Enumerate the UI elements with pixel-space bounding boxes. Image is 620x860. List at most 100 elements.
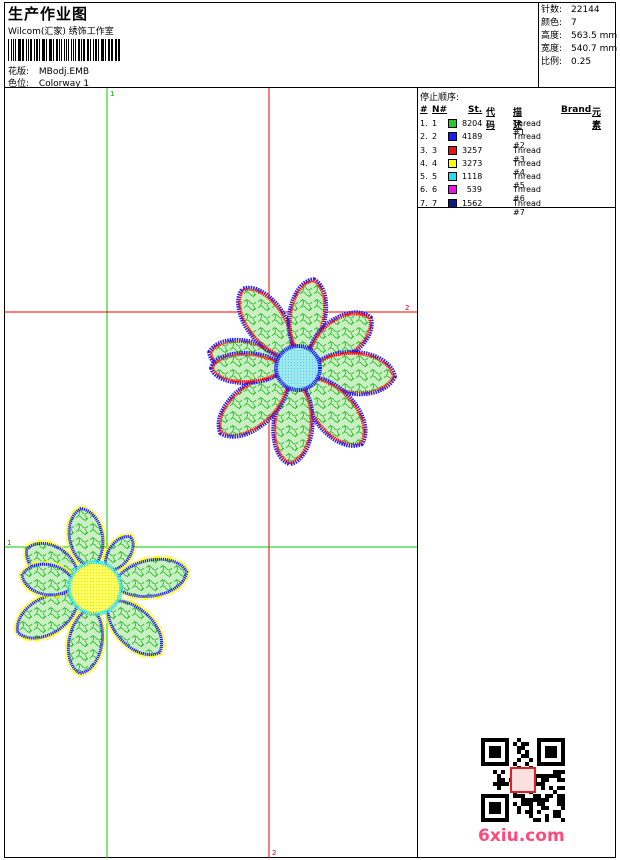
stat-scale: 比例: 0.25 xyxy=(541,57,592,67)
qr-module xyxy=(525,802,529,806)
qr-module xyxy=(541,806,545,810)
qr-module xyxy=(545,806,549,810)
col-num: N# xyxy=(432,105,448,115)
qr-module xyxy=(561,794,565,798)
qr-module xyxy=(557,802,561,806)
header: 生产作业图 Wilcom(汇家) 绣饰工作室 花版: MBodj.EMB 色位:… xyxy=(5,3,539,89)
qr-module xyxy=(553,770,557,774)
thread-code: 539 xyxy=(466,185,482,195)
col-st: St. xyxy=(468,105,483,115)
qr-module xyxy=(525,810,529,814)
thread-num: 5 xyxy=(432,172,438,182)
qr-module xyxy=(545,798,549,802)
qr-module xyxy=(529,814,533,818)
qr-module xyxy=(557,774,561,778)
qr-module xyxy=(553,774,557,778)
thread-color-swatch xyxy=(448,172,457,182)
qr-module xyxy=(521,754,525,758)
qr-module xyxy=(545,818,549,822)
guide-label-h1: 1 xyxy=(7,539,11,547)
qr-module xyxy=(525,754,529,758)
flower-center xyxy=(67,560,123,616)
thread-row: 7. 7 1562 Thread #7 xyxy=(420,198,541,217)
thread-color-swatch xyxy=(448,185,457,195)
qr-module xyxy=(537,794,541,798)
qr-module xyxy=(561,802,565,806)
embroidery-preview: 1 2 2 1 xyxy=(5,88,417,858)
thread-stop: 4. xyxy=(420,158,428,168)
col-code: 代码 xyxy=(486,108,496,131)
thread-color-swatch xyxy=(448,158,457,168)
col-element: 元素 xyxy=(592,108,602,131)
flower-center xyxy=(274,344,322,392)
qr-module xyxy=(553,814,557,818)
panel-divider xyxy=(417,88,418,858)
qr-module xyxy=(541,786,545,790)
qr-module xyxy=(529,810,533,814)
qr-module xyxy=(525,762,529,766)
qr-module xyxy=(521,794,525,798)
studio-name: Wilcom(汇家) 绣饰工作室 xyxy=(8,27,114,37)
qr-module xyxy=(497,774,501,778)
thread-num: 2 xyxy=(432,132,438,142)
qr-module xyxy=(517,746,521,750)
page-title: 生产作业图 xyxy=(8,5,89,23)
thread-row: 5. 5 1118 Thread #5 xyxy=(420,171,541,190)
qr-module xyxy=(537,818,541,822)
thread-color-swatch xyxy=(448,132,457,142)
qr-module xyxy=(497,782,501,786)
thread-table: 停止顺序: # N# St. 代码 描述 Brand 元素 1. 1 8204 Thr… xyxy=(420,90,601,217)
thread-row: 4. 4 3273 Thread #4 xyxy=(420,158,541,177)
qr-module xyxy=(497,786,501,790)
qr-module xyxy=(533,798,537,802)
qr-module xyxy=(513,802,517,806)
thread-table-header: # N# St. 代码 描述 Brand 元素 xyxy=(420,105,601,131)
qr-module xyxy=(545,774,549,778)
thread-rows: 1. 1 8204 Thread #1 2. 2 4189 Thread #2 3. 3 3257 T… xyxy=(420,118,541,217)
qr-module xyxy=(561,778,565,782)
thread-stop: 2. xyxy=(420,132,428,142)
thread-color-swatch xyxy=(448,145,457,155)
qr-code-icon xyxy=(481,738,565,822)
thread-stop: 3. xyxy=(420,145,428,155)
qr-module xyxy=(529,798,533,802)
qr-module xyxy=(553,810,557,814)
qr-seal-logo xyxy=(510,767,536,793)
qr-module xyxy=(557,814,561,818)
qr-module xyxy=(549,786,553,790)
thread-row: 3. 3 3257 Thread #3 xyxy=(420,145,541,164)
qr-module xyxy=(553,790,557,794)
thread-num: 1 xyxy=(432,119,438,128)
qr-module xyxy=(557,794,561,798)
qr-module xyxy=(521,798,525,802)
petal-fill xyxy=(106,599,163,656)
qr-module xyxy=(541,782,545,786)
thread-num: 3 xyxy=(432,145,438,155)
design-stats: 针数: 22144 颜色: 7 高度: 563.5 mm 宽度: 540.7 mm 比例… xyxy=(541,4,617,69)
qr-module xyxy=(497,778,501,782)
guide-label-h2: 2 xyxy=(405,304,409,312)
qr-module xyxy=(517,750,521,754)
qr-module xyxy=(537,798,541,802)
qr-module xyxy=(501,778,505,782)
qr-module xyxy=(557,778,561,782)
qr-module xyxy=(561,770,565,774)
qr-module xyxy=(561,818,565,822)
thread-code: 1118 xyxy=(462,172,483,182)
thread-code: 4189 xyxy=(462,132,483,142)
guide-label-v2: 2 xyxy=(272,849,276,857)
qr-module xyxy=(517,810,521,814)
qr-module xyxy=(513,794,517,798)
qr-module xyxy=(561,798,565,802)
flower-yellow-blue xyxy=(14,505,191,677)
qr-module xyxy=(557,798,561,802)
qr-module xyxy=(557,770,561,774)
thread-row: 2. 2 4189 Thread #2 xyxy=(420,131,541,150)
qr-module xyxy=(493,770,497,774)
qr-module xyxy=(537,802,541,806)
thread-code: 3273 xyxy=(462,158,483,168)
qr-module xyxy=(537,782,541,786)
qr-module xyxy=(557,810,561,814)
thread-code: 8204 xyxy=(462,119,483,128)
stat-height: 高度: 563.5 mm xyxy=(541,31,618,41)
